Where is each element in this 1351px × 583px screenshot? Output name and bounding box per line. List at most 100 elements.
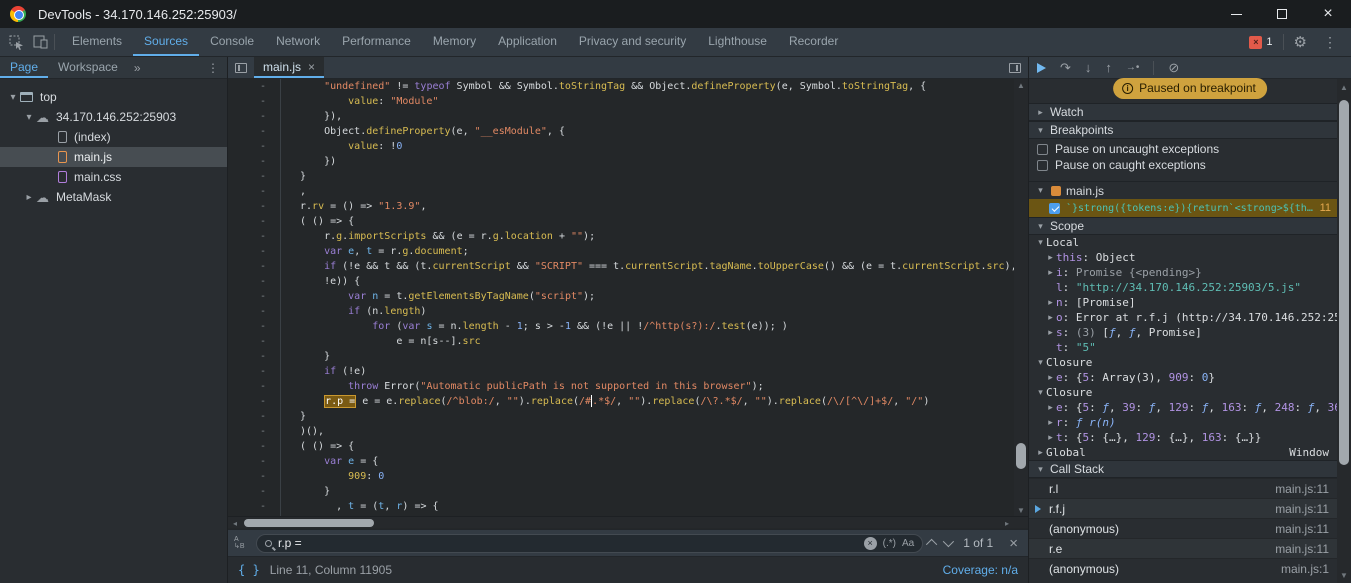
code-line[interactable]: } xyxy=(300,409,1028,424)
sidebar-scroll-up-icon[interactable]: ▲ xyxy=(1337,81,1351,93)
code-line[interactable]: } xyxy=(300,484,1028,499)
code-lines[interactable]: "undefined" != typeof Symbol && Symbol.t… xyxy=(281,79,1028,516)
toolbar-kebab-menu-icon[interactable]: ⋮ xyxy=(1315,34,1345,51)
gutter-line-marker[interactable]: - xyxy=(228,469,266,484)
code-line[interactable]: "undefined" != typeof Symbol && Symbol.t… xyxy=(300,79,1028,94)
breakpoints-section-header[interactable]: ▾Breakpoints xyxy=(1029,121,1337,139)
scope-row[interactable]: ▸e: {5: ƒ, 39: ƒ, 129: ƒ, 163: ƒ, 248: ƒ… xyxy=(1029,400,1337,415)
breakpoint-file-group[interactable]: ▾ main.js xyxy=(1029,182,1337,199)
replace-toggle-icon[interactable]: A↳B xyxy=(234,536,250,550)
code-line[interactable]: } xyxy=(300,349,1028,364)
show-debugger-sidebar-icon[interactable] xyxy=(1009,57,1028,78)
code-line[interactable]: value: "Module" xyxy=(300,94,1028,109)
panel-tab-performance[interactable]: Performance xyxy=(331,28,422,56)
match-case-toggle[interactable]: Aa xyxy=(902,538,914,549)
gutter-line-marker[interactable]: - xyxy=(228,244,266,259)
scope-row[interactable]: ▸GlobalWindow xyxy=(1029,445,1337,460)
gutter-line-marker[interactable]: - xyxy=(228,139,266,154)
gutter-line-marker[interactable]: - xyxy=(228,394,266,409)
previous-match-icon[interactable] xyxy=(926,539,937,550)
gutter-line-marker[interactable]: - xyxy=(228,484,266,499)
code-line[interactable]: )(), xyxy=(300,424,1028,439)
callstack-frame[interactable]: (anonymous)main.js:11 xyxy=(1029,518,1337,538)
scope-section-header[interactable]: ▾Scope xyxy=(1029,217,1337,235)
code-line[interactable]: value: !0 xyxy=(300,139,1028,154)
code-line[interactable]: }), xyxy=(300,109,1028,124)
coverage-link[interactable]: Coverage: n/a xyxy=(943,563,1018,577)
panel-tab-elements[interactable]: Elements xyxy=(61,28,133,56)
scope-row[interactable]: ▸r: ƒ r(n) xyxy=(1029,415,1337,430)
code-line[interactable]: }) xyxy=(300,154,1028,169)
hide-navigator-icon[interactable] xyxy=(228,57,254,78)
scope-row[interactable]: t: "5" xyxy=(1029,340,1337,355)
gutter-line-marker[interactable]: - xyxy=(228,379,266,394)
panel-tab-privacy-and-security[interactable]: Privacy and security xyxy=(568,28,697,56)
error-badge[interactable]: × 1 xyxy=(1249,36,1272,49)
gutter-line-marker[interactable]: - xyxy=(228,334,266,349)
panel-tab-application[interactable]: Application xyxy=(487,28,568,56)
step-icon[interactable]: →• xyxy=(1126,61,1140,74)
scope-row[interactable]: ▸s: (3) [ƒ, ƒ, Promise] xyxy=(1029,325,1337,340)
tree-item-top[interactable]: ▾top xyxy=(0,87,227,107)
code-line[interactable]: , t = (t, r) => { xyxy=(300,499,1028,514)
scope-row[interactable]: ▸i: Promise {<pending>} xyxy=(1029,265,1337,280)
callstack-frame[interactable]: (anonymous)main.js:1 xyxy=(1029,558,1337,578)
settings-gear-icon[interactable]: ⚙ xyxy=(1286,33,1315,51)
gutter-line-marker[interactable]: - xyxy=(228,184,266,199)
gutter-line-marker[interactable]: - xyxy=(228,454,266,469)
sidebar-scroll-thumb[interactable] xyxy=(1339,100,1349,465)
scope-row[interactable]: ▸t: {5: {…}, 129: {…}, 163: {…}} xyxy=(1029,430,1337,445)
tab-page[interactable]: Page xyxy=(0,57,48,78)
step-over-icon[interactable]: ↷ xyxy=(1060,61,1071,74)
code-line[interactable]: !e)) { xyxy=(300,274,1028,289)
code-gutter[interactable]: ----------------------------- xyxy=(228,79,281,516)
navigator-kebab-menu-icon[interactable]: ⋮ xyxy=(199,57,227,78)
gutter-line-marker[interactable]: - xyxy=(228,274,266,289)
breakpoint-entry[interactable]: `}strong({tokens:e}){return`<strong>${th… xyxy=(1029,199,1337,217)
gutter-line-marker[interactable]: - xyxy=(228,94,266,109)
panel-tab-network[interactable]: Network xyxy=(265,28,331,56)
scroll-left-icon[interactable]: ◂ xyxy=(228,517,242,529)
gutter-line-marker[interactable]: - xyxy=(228,439,266,454)
callstack-frame[interactable]: r.lmain.js:11 xyxy=(1029,478,1337,498)
gutter-line-marker[interactable]: - xyxy=(228,154,266,169)
gutter-line-marker[interactable]: - xyxy=(228,289,266,304)
tab-close-icon[interactable]: × xyxy=(308,60,315,74)
gutter-line-marker[interactable]: - xyxy=(228,169,266,184)
callstack-section-header[interactable]: ▾Call Stack xyxy=(1029,460,1337,478)
gutter-line-marker[interactable]: - xyxy=(228,304,266,319)
device-toolbar-icon[interactable] xyxy=(28,31,52,53)
code-line[interactable]: throw Error("Automatic publicPath is not… xyxy=(300,379,1028,394)
code-line[interactable]: Object.defineProperty(e, "__esModule", { xyxy=(300,124,1028,139)
scroll-right-icon[interactable]: ▸ xyxy=(1000,517,1014,529)
scope-row[interactable]: ▸this: Object xyxy=(1029,250,1337,265)
callstack-frame[interactable]: r.f.jmain.js:11 xyxy=(1029,498,1337,518)
gutter-line-marker[interactable]: - xyxy=(228,499,266,514)
scroll-up-icon[interactable]: ▲ xyxy=(1014,79,1028,91)
scope-row[interactable]: ▾Closure xyxy=(1029,355,1337,370)
gutter-line-marker[interactable]: - xyxy=(228,124,266,139)
code-line[interactable]: var e = { xyxy=(300,454,1028,469)
code-line[interactable]: r.rv = () => "1.3.9", xyxy=(300,199,1028,214)
scroll-down-icon[interactable]: ▼ xyxy=(1014,504,1028,516)
scope-row[interactable]: l: "http://34.170.146.252:25903/5.js" xyxy=(1029,280,1337,295)
code-line[interactable]: if (!e) xyxy=(300,364,1028,379)
code-line[interactable]: var e, t = r.g.document; xyxy=(300,244,1028,259)
vertical-scroll-thumb[interactable] xyxy=(1016,443,1026,469)
gutter-line-marker[interactable]: - xyxy=(228,214,266,229)
search-query[interactable]: r.p = xyxy=(278,536,858,550)
inspect-element-icon[interactable] xyxy=(4,31,28,53)
gutter-line-marker[interactable]: - xyxy=(228,319,266,334)
code-line[interactable]: if (!e && t && (t.currentScript && "SCRI… xyxy=(300,259,1028,274)
close-button[interactable]: × xyxy=(1305,0,1351,28)
next-match-icon[interactable] xyxy=(943,536,954,547)
code-line[interactable]: ( () => { xyxy=(300,439,1028,454)
editor-horizontal-scrollbar[interactable]: ◂ ▸ xyxy=(228,516,1028,528)
breakpoint-checkbox[interactable] xyxy=(1049,203,1060,214)
code-line[interactable]: 909: 0 xyxy=(300,469,1028,484)
gutter-line-marker[interactable]: - xyxy=(228,364,266,379)
editor-vertical-scrollbar[interactable]: ▲ ▼ xyxy=(1014,79,1028,516)
tree-item-main.css[interactable]: main.css xyxy=(0,167,227,187)
gutter-line-marker[interactable]: - xyxy=(228,199,266,214)
gutter-line-marker[interactable]: - xyxy=(228,424,266,439)
